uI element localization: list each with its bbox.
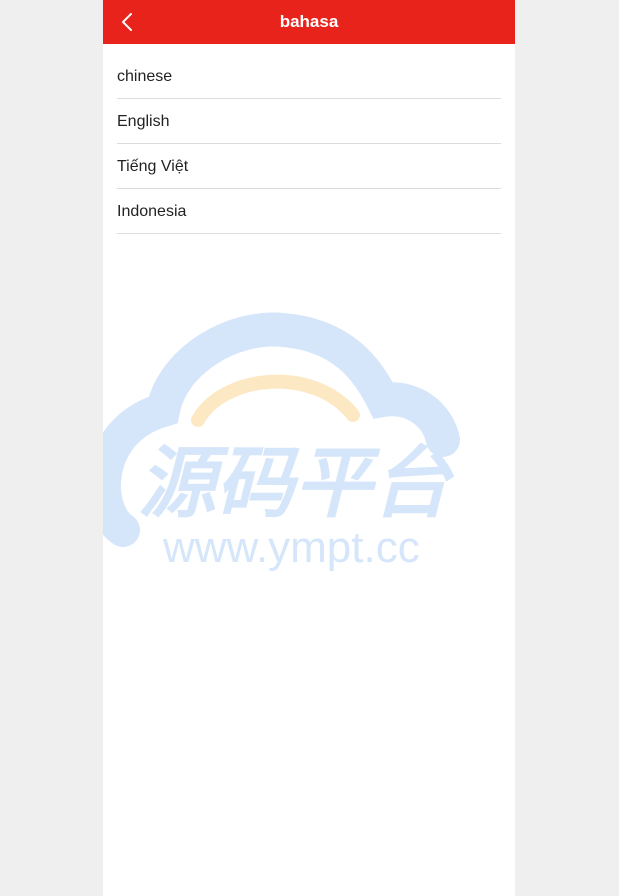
app-screen: bahasa chinese English Tiếng Việt Indone…	[103, 0, 515, 896]
top-bar: bahasa	[103, 0, 515, 44]
page-title: bahasa	[279, 12, 339, 31]
language-option-indonesian[interactable]: Indonesia	[117, 189, 501, 234]
language-option-english[interactable]: English	[117, 99, 501, 144]
language-option-vietnamese[interactable]: Tiếng Việt	[117, 144, 501, 189]
language-list: chinese English Tiếng Việt Indonesia	[117, 54, 501, 234]
watermark-chinese-text: 源码平台	[138, 439, 455, 529]
language-option-chinese[interactable]: chinese	[117, 54, 501, 99]
watermark-url-text: www.ympt.cc	[162, 523, 420, 572]
watermark-logo: 源码平台 www.ympt.cc	[103, 312, 460, 572]
